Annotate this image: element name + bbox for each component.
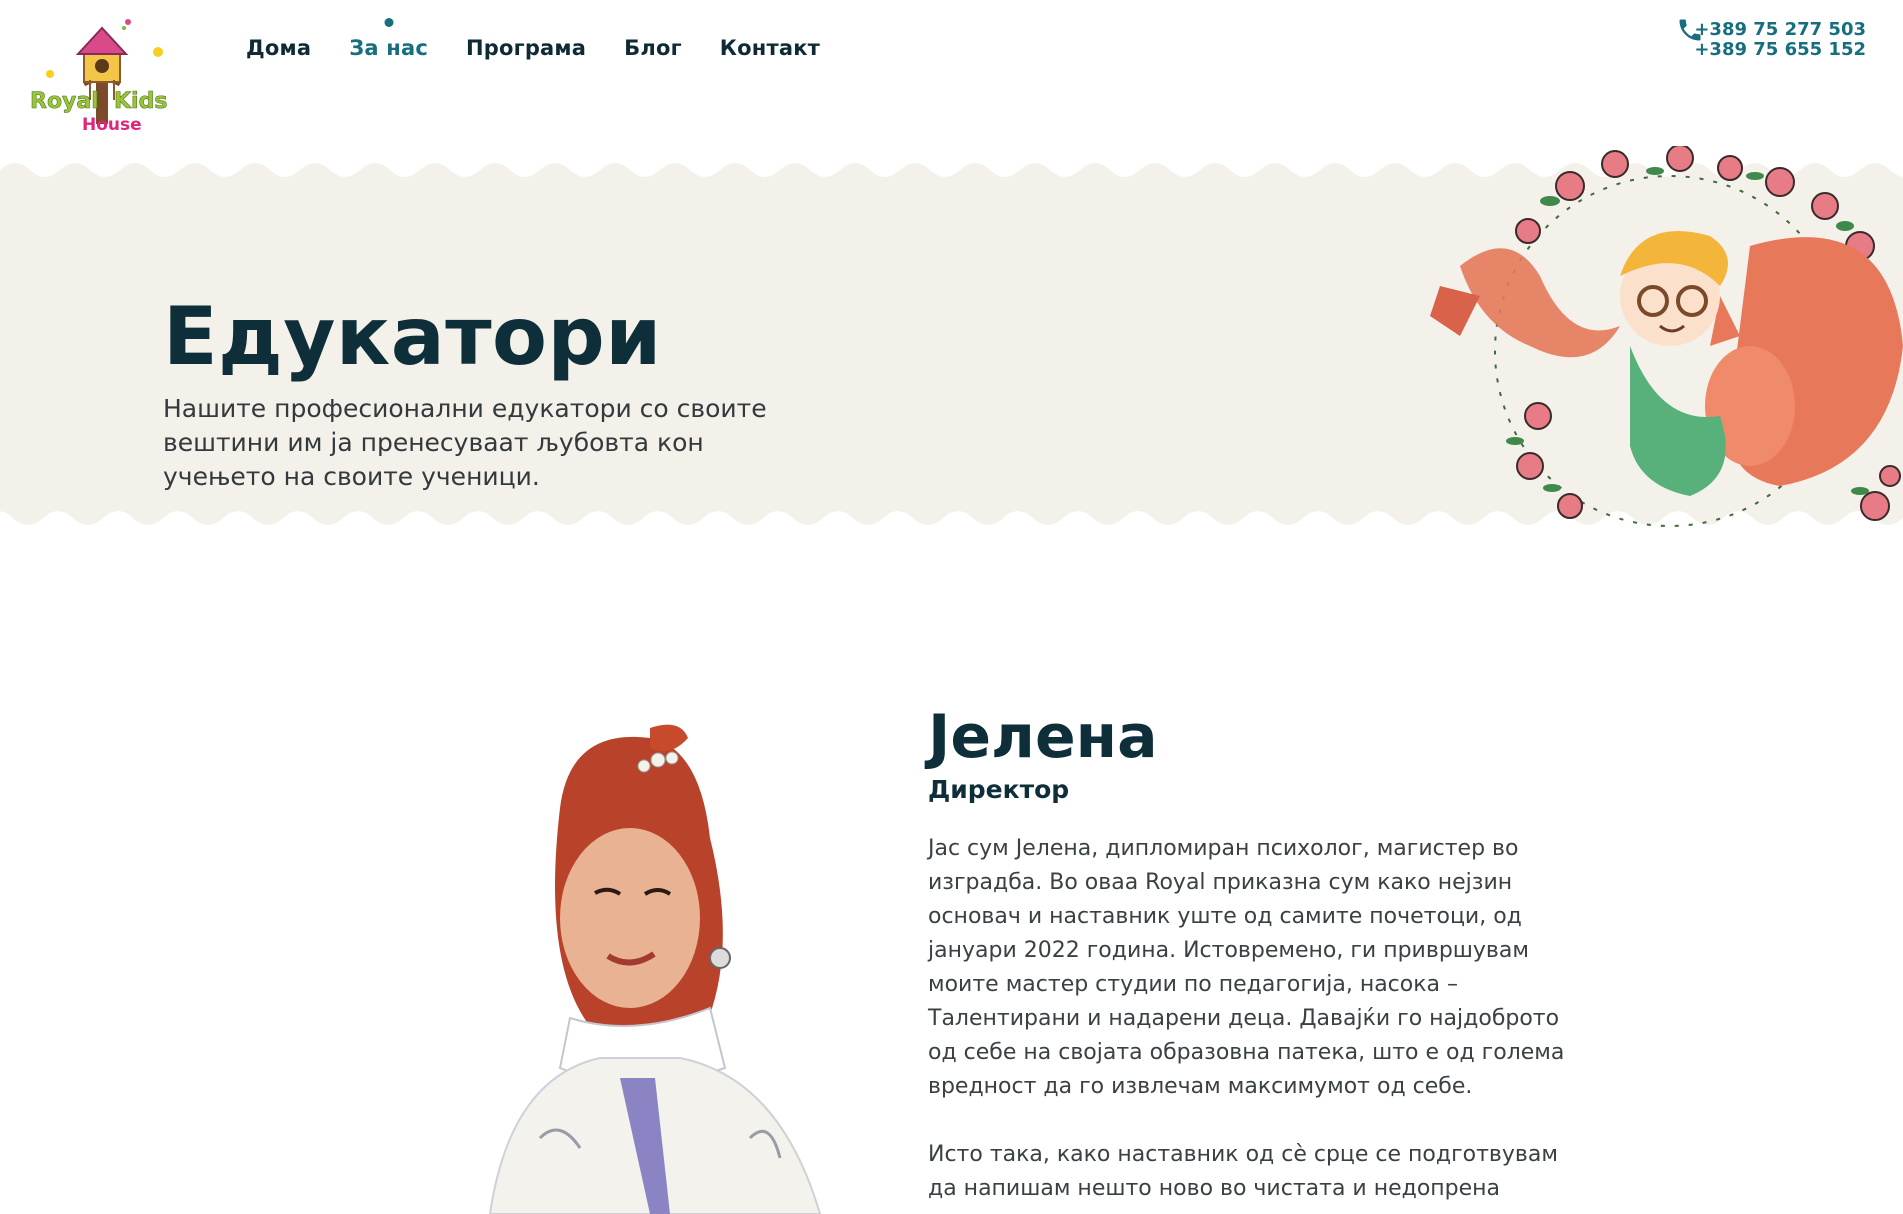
logo-text-kids: Kids <box>114 89 167 114</box>
nav-item-home[interactable]: Дома <box>246 36 311 60</box>
nav-item-blog[interactable]: Блог <box>624 36 682 60</box>
logo-text-royal: Royal <box>30 89 99 114</box>
educator-role: Директор <box>928 775 1070 804</box>
royal-kids-house-logo[interactable]: Royal Kids House <box>28 14 178 138</box>
bio-paragraph-2: Исто така, како наставник од сè срце се … <box>928 1142 1558 1201</box>
nav-item-contact[interactable]: Контакт <box>720 36 820 60</box>
nav-item-program[interactable]: Програма <box>466 36 586 60</box>
phone-number-2[interactable]: +389 75 655 152 <box>1694 40 1866 60</box>
logo-text-house: House <box>82 115 142 135</box>
page-title: Едукатори <box>163 290 662 383</box>
educator-portrait-photo <box>488 724 822 1214</box>
boy-and-fox-illustration <box>1430 146 1903 527</box>
educator-name: Јелена <box>928 702 1158 772</box>
main-nav: Дома За нас Програма Блог Контакт <box>246 36 820 60</box>
educator-bio: Јас сум Јелена, дипломиран психолог, маг… <box>928 832 1568 1214</box>
nav-item-about[interactable]: За нас <box>349 36 428 60</box>
phone-numbers: +389 75 277 503 +389 75 655 152 <box>1694 20 1866 60</box>
site-header: Royal Kids House Дома За нас Програма Бл… <box>0 0 1903 150</box>
bio-paragraph-1: Јас сум Јелена, дипломиран психолог, маг… <box>928 836 1565 1099</box>
phone-number-1[interactable]: +389 75 277 503 <box>1694 20 1866 40</box>
page-subtitle: Нашите професионални едукатори со своите… <box>163 394 767 491</box>
